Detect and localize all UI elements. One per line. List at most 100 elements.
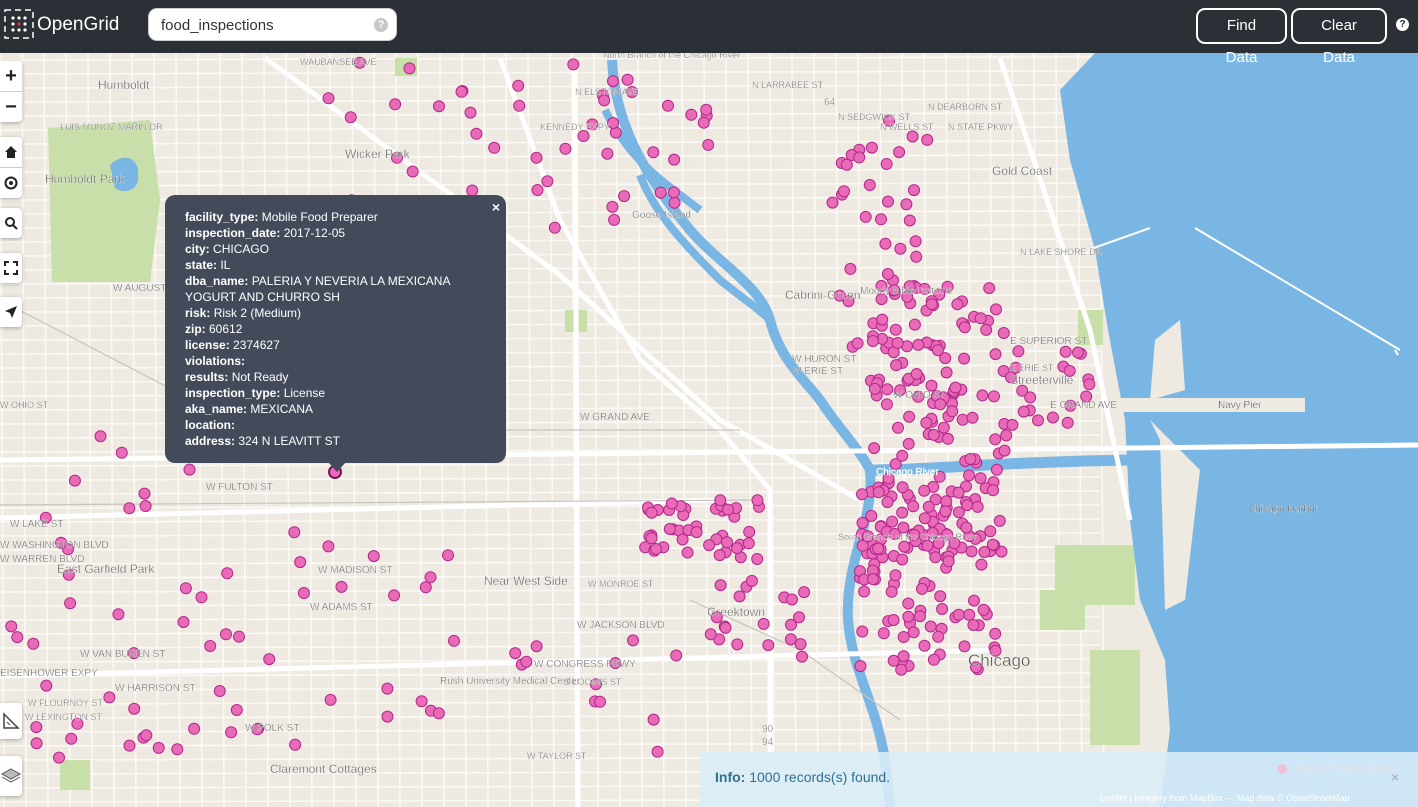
search-input[interactable] xyxy=(161,16,371,34)
inspection-marker[interactable] xyxy=(1017,405,1030,418)
inspection-marker[interactable] xyxy=(939,505,952,518)
inspection-marker[interactable] xyxy=(863,179,876,191)
inspection-marker[interactable] xyxy=(123,502,136,515)
inspection-marker[interactable] xyxy=(918,639,931,652)
clear-data-button[interactable]: Clear Data xyxy=(1291,8,1387,66)
inspection-marker[interactable] xyxy=(388,589,401,602)
inspection-marker[interactable] xyxy=(986,538,999,551)
inspection-marker[interactable] xyxy=(989,433,1002,446)
inspection-marker[interactable] xyxy=(907,500,920,513)
inspection-marker[interactable] xyxy=(785,618,797,631)
inspection-marker[interactable] xyxy=(230,704,243,716)
inspection-marker[interactable] xyxy=(389,98,402,111)
inspection-marker[interactable] xyxy=(1024,391,1037,404)
inspection-marker[interactable] xyxy=(998,444,1011,457)
inspection-marker[interactable] xyxy=(872,486,885,499)
inspection-marker[interactable] xyxy=(939,352,952,365)
inspection-marker[interactable] xyxy=(896,449,909,462)
inspection-marker[interactable] xyxy=(880,398,893,411)
inspection-marker[interactable] xyxy=(856,625,869,638)
inspection-marker[interactable] xyxy=(662,99,674,112)
inspection-marker[interactable] xyxy=(719,621,732,634)
inspection-marker[interactable] xyxy=(910,368,923,380)
inspection-marker[interactable] xyxy=(667,186,680,199)
inspection-marker[interactable] xyxy=(221,567,234,580)
inspection-marker[interactable] xyxy=(896,481,909,494)
inspection-marker[interactable] xyxy=(381,682,394,695)
inspection-marker[interactable] xyxy=(967,619,980,631)
inspection-marker[interactable] xyxy=(94,430,107,443)
inspection-marker[interactable] xyxy=(925,298,938,311)
question-circle-icon[interactable]: ? xyxy=(374,18,388,32)
inspection-marker[interactable] xyxy=(868,442,881,455)
inspection-marker[interactable] xyxy=(922,500,935,513)
inspection-marker[interactable] xyxy=(1072,346,1084,359)
inspection-marker[interactable] xyxy=(853,151,866,164)
inspection-marker[interactable] xyxy=(910,250,923,263)
measure-control[interactable] xyxy=(0,703,22,739)
inspection-marker[interactable] xyxy=(512,79,525,92)
zoom-control[interactable]: + − xyxy=(0,61,22,122)
inspection-marker[interactable] xyxy=(859,210,872,223)
inspection-marker[interactable] xyxy=(794,638,807,651)
inspection-marker[interactable] xyxy=(856,516,869,529)
inspection-marker[interactable] xyxy=(700,103,713,116)
inspection-marker[interactable] xyxy=(956,413,969,426)
inspection-marker[interactable] xyxy=(112,608,125,621)
inspection-marker[interactable] xyxy=(891,337,904,349)
inspection-marker[interactable] xyxy=(288,526,301,539)
inspection-marker[interactable] xyxy=(974,472,987,485)
inspection-marker[interactable] xyxy=(974,312,987,325)
inspection-marker[interactable] xyxy=(844,262,857,275)
navigate-icon[interactable] xyxy=(0,297,22,327)
inspection-marker[interactable] xyxy=(68,474,81,487)
close-icon[interactable]: × xyxy=(492,199,500,215)
navigate-control[interactable] xyxy=(0,297,22,327)
inspection-marker[interactable] xyxy=(509,647,522,660)
inspection-marker[interactable] xyxy=(854,660,867,673)
inspection-marker[interactable] xyxy=(448,634,460,647)
inspection-marker[interactable] xyxy=(488,141,501,154)
inspection-marker[interactable] xyxy=(432,707,445,720)
inspection-marker[interactable] xyxy=(11,631,24,644)
inspection-marker[interactable] xyxy=(876,313,889,326)
inspection-marker[interactable] xyxy=(1000,429,1013,442)
inspection-marker[interactable] xyxy=(902,437,915,450)
inspection-marker[interactable] xyxy=(645,532,658,545)
inspection-marker[interactable] xyxy=(263,653,276,666)
inspection-marker[interactable] xyxy=(1059,345,1072,358)
layer-legend[interactable]: Food Inspections xyxy=(1270,753,1410,781)
inspection-marker[interactable] xyxy=(934,590,947,603)
inspection-marker[interactable] xyxy=(220,628,232,641)
inspection-marker[interactable] xyxy=(513,99,526,112)
locate-icon[interactable] xyxy=(0,167,22,198)
inspection-marker[interactable] xyxy=(894,242,907,255)
inspection-marker[interactable] xyxy=(867,573,879,586)
inspection-marker[interactable] xyxy=(976,389,989,402)
zoom-in-icon[interactable]: + xyxy=(0,61,22,91)
inspection-marker[interactable] xyxy=(918,512,931,525)
inspection-marker[interactable] xyxy=(868,382,881,395)
inspection-marker[interactable] xyxy=(594,695,606,708)
inspection-marker[interactable] xyxy=(1061,416,1074,429)
inspection-marker[interactable] xyxy=(1083,378,1096,391)
inspection-marker[interactable] xyxy=(103,691,116,704)
inspection-marker[interactable] xyxy=(762,639,775,652)
inspection-marker[interactable] xyxy=(940,366,953,379)
inspection-marker[interactable] xyxy=(866,335,879,347)
inspection-marker[interactable] xyxy=(952,486,965,499)
inspection-marker[interactable] xyxy=(942,555,955,568)
inspection-marker[interactable] xyxy=(907,626,920,639)
inspection-marker[interactable] xyxy=(898,540,911,553)
inspection-marker[interactable] xyxy=(757,617,770,630)
inspection-marker[interactable] xyxy=(963,608,976,621)
inspection-marker[interactable] xyxy=(743,525,756,538)
inspection-marker[interactable] xyxy=(966,411,979,424)
inspection-marker[interactable] xyxy=(433,100,445,113)
inspection-marker[interactable] xyxy=(30,737,43,750)
inspection-marker[interactable] xyxy=(751,494,764,507)
inspection-marker[interactable] xyxy=(335,580,348,593)
inspection-marker[interactable] xyxy=(961,499,974,512)
inspection-marker[interactable] xyxy=(989,627,1002,640)
inspection-marker[interactable] xyxy=(881,496,894,509)
